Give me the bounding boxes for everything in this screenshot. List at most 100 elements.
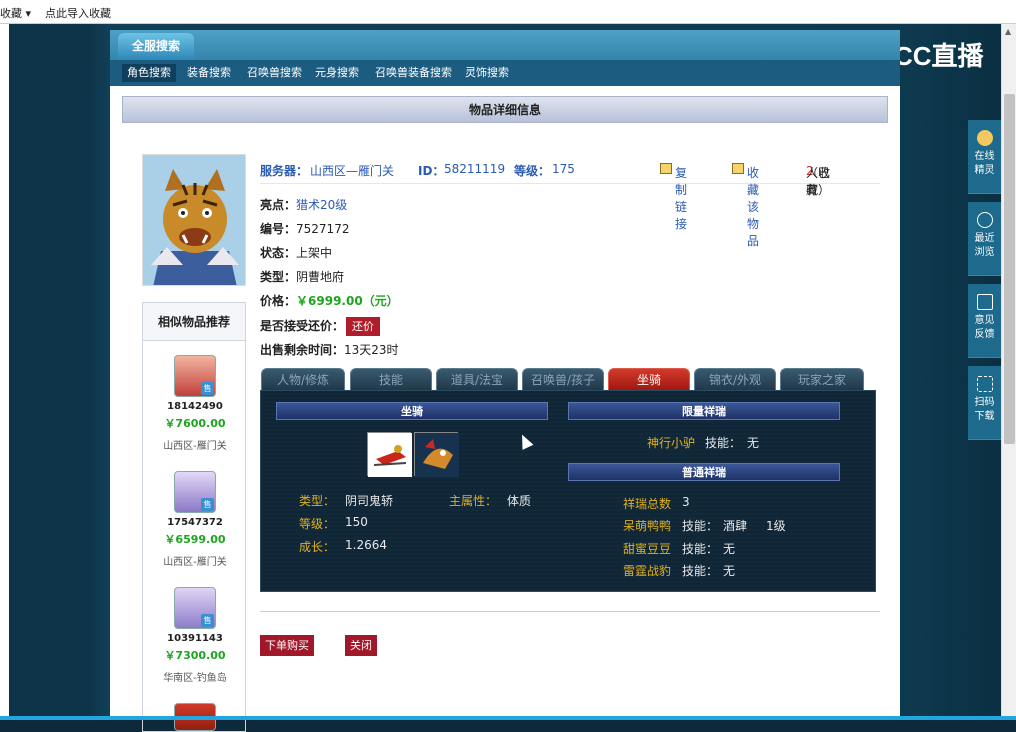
sell-badge: 售 <box>201 614 214 627</box>
level-value: 175 <box>552 162 575 176</box>
favorite-icon <box>732 163 744 174</box>
tab-mount[interactable]: 坐骑 <box>608 368 690 390</box>
server-row: 服务器： 山西区—雁门关 ID： 58211119 等级： 175 复制链接 收… <box>260 160 880 248</box>
server-value: 山西区—雁门关 <box>310 164 395 178</box>
subnav-pet-search[interactable]: 召唤兽搜索 <box>242 64 307 82</box>
favorites-menu[interactable]: 收藏 ▾ <box>0 5 31 21</box>
tab-player-home[interactable]: 玩家之家 <box>780 368 864 390</box>
mount-slot-2[interactable] <box>414 432 459 477</box>
scrollbar-thumb[interactable] <box>1004 94 1015 444</box>
level-label: 等级： <box>514 164 551 178</box>
online-assistant-button[interactable]: 在线 精灵 <box>968 120 1001 194</box>
feedback-button[interactable]: 意见 反馈 <box>968 284 1001 358</box>
highlight-value[interactable]: 猎术20级 <box>296 198 347 212</box>
bottom-accent-line <box>0 716 1016 720</box>
limited-name: 神行小驴 <box>647 436 696 450</box>
rside-label: 在线 <box>974 151 995 162</box>
rside-label: 扫码 <box>974 397 995 408</box>
scan-download-button[interactable]: 扫码 下载 <box>968 366 1001 440</box>
number-value: 7527172 <box>296 222 350 236</box>
price-row: 价格：￥6999.00（元） <box>260 292 399 309</box>
id-label: ID： <box>418 164 445 178</box>
page-scrollbar[interactable]: ▲ <box>1001 24 1016 718</box>
right-float-toolbar: 在线精灵 最近浏览 意见 反馈 扫码下载 <box>968 120 1002 440</box>
tab-pets[interactable]: 召唤兽/孩子 <box>522 368 604 390</box>
normal-item-skill-label: 技能： <box>682 519 719 533</box>
similar-item-price: ￥7600.00 <box>164 417 226 430</box>
close-button[interactable]: 关闭 <box>345 635 377 656</box>
normal-total-label: 祥瑞总数 <box>623 497 672 511</box>
sell-badge: 售 <box>201 382 214 395</box>
subnav-yuanshen-search[interactable]: 元身搜索 <box>310 64 364 82</box>
favorite-item-button[interactable]: 收藏该物品 <box>732 162 759 248</box>
id-value: 58211119 <box>444 162 506 176</box>
scroll-up-icon[interactable]: ▲ <box>1005 27 1011 36</box>
mount-slot-1[interactable] <box>367 432 412 477</box>
rside-label: 精灵 <box>974 165 995 176</box>
mount-type-label: 类型： <box>299 494 336 508</box>
limited-header: 限量祥瑞 <box>568 402 840 420</box>
rside-label: 反馈 <box>974 329 995 340</box>
highlight-label: 亮点： <box>260 198 297 212</box>
status-row: 状态：上架中 <box>260 244 332 261</box>
normal-item-skill-label: 技能： <box>682 564 719 578</box>
subnav-pet-equipment-search[interactable]: 召唤兽装备搜索 <box>370 64 457 82</box>
limited-skill-label: 技能： <box>705 436 742 450</box>
mount-beast-icon <box>415 433 459 477</box>
status-label: 状态： <box>260 246 297 260</box>
normal-item-skill: 无 <box>723 542 736 556</box>
normal-item-skill-label: 技能： <box>682 542 719 556</box>
tab-skills[interactable]: 技能 <box>350 368 432 390</box>
mouse-cursor <box>516 432 534 450</box>
copy-link-button[interactable]: 复制链接 <box>660 162 687 231</box>
similar-item[interactable]: 售 17547372 ￥6599.00 山西区-雁门关 <box>143 471 247 568</box>
tab-all-server-search[interactable]: 全服搜索 <box>118 33 194 60</box>
normal-item-skill: 酒肆 <box>723 519 748 533</box>
search-subnav: 角色搜索 装备搜索 召唤兽搜索 元身搜索 召唤兽装备搜索 灵饰搜索 <box>110 60 900 86</box>
similar-item-server: 山西区-雁门关 <box>163 441 227 452</box>
similar-item[interactable]: 售 10391143 ￥7300.00 华南区-钓鱼岛 <box>143 587 247 684</box>
mount-type-value: 阴司鬼轿 <box>345 494 394 508</box>
bargain-row: 是否接受还价： <box>260 317 344 334</box>
mount-sled-icon <box>368 433 412 477</box>
similar-item[interactable]: 售 18142490 ￥7600.00 山西区-雁门关 <box>143 355 247 452</box>
normal-item-name: 雷霆战豹 <box>623 564 672 578</box>
similar-items-box: 相似物品推荐 售 18142490 ￥7600.00 山西区-雁门关 售 175… <box>142 302 246 732</box>
import-favorites-link[interactable]: 点此导入收藏 <box>45 5 111 21</box>
subnav-equipment-search[interactable]: 装备搜索 <box>182 64 236 82</box>
scan-icon <box>976 376 993 392</box>
tab-outfit[interactable]: 锦衣/外观 <box>694 368 776 390</box>
mount-growth-label: 成长： <box>299 540 336 554</box>
similar-item-avatar[interactable]: 售 <box>174 587 216 629</box>
favorite-label: 收藏该物品 <box>747 166 760 248</box>
subnav-lingshi-search[interactable]: 灵饰搜索 <box>460 64 514 82</box>
limited-skill-value: 无 <box>747 436 760 450</box>
normal-item-name: 甜蜜豆豆 <box>623 542 672 556</box>
clock-icon <box>976 212 993 228</box>
tab-items[interactable]: 道具/法宝 <box>436 368 518 390</box>
number-row: 编号：7527172 <box>260 220 349 237</box>
number-label: 编号： <box>260 222 297 236</box>
edit-icon <box>976 294 993 310</box>
mount-growth-value: 1.2664 <box>345 538 387 552</box>
price-value: ￥6999.00（元） <box>296 294 399 308</box>
similar-item-avatar[interactable]: 售 <box>174 355 216 397</box>
rside-label: 浏览 <box>974 247 995 258</box>
recent-browse-button[interactable]: 最近 浏览 <box>968 202 1001 276</box>
similar-item-avatar[interactable]: 售 <box>174 471 216 513</box>
rside-label: 最近 <box>974 233 995 244</box>
bargain-button[interactable]: 还价 <box>346 317 380 336</box>
normal-header: 普通祥瑞 <box>568 463 840 481</box>
bargain-label: 是否接受还价： <box>260 319 345 333</box>
buy-button[interactable]: 下单购买 <box>260 635 314 656</box>
type-row: 类型：阴曹地府 <box>260 268 344 285</box>
similar-items-title: 相似物品推荐 <box>143 303 245 341</box>
rside-label: 下载 <box>974 411 995 422</box>
remaining-row: 出售剩余时间：13天23时 <box>260 341 399 358</box>
subnav-role-search[interactable]: 角色搜索 <box>122 64 176 82</box>
left-edge <box>0 24 9 720</box>
tab-character[interactable]: 人物/修炼 <box>261 368 345 390</box>
logo-text: CC直播 <box>894 41 984 71</box>
type-value: 阴曹地府 <box>296 270 345 284</box>
copy-link-icon <box>660 163 672 174</box>
